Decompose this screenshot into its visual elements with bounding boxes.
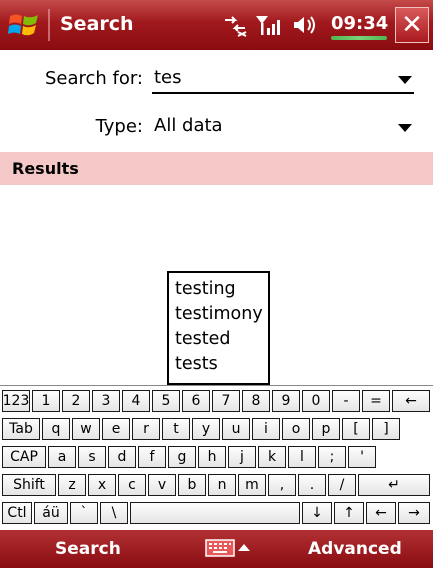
key-x[interactable]: x <box>88 474 116 496</box>
keyboard-icon[interactable] <box>205 538 235 558</box>
chevron-down-icon[interactable] <box>398 76 412 84</box>
search-input[interactable]: tes <box>152 64 414 94</box>
keyboard-row-asdf: CAP a s d f g h j k l ; ' <box>0 443 433 471</box>
key-a[interactable]: a <box>48 446 76 468</box>
key-u[interactable]: u <box>222 418 250 440</box>
key-k[interactable]: k <box>258 446 286 468</box>
windows-start-icon[interactable] <box>8 10 40 40</box>
suggestion-item[interactable]: tests <box>175 352 268 377</box>
key-apostrophe[interactable]: ' <box>348 446 376 468</box>
key-o[interactable]: o <box>282 418 310 440</box>
key-6[interactable]: 6 <box>182 390 210 412</box>
keyboard-row-qwerty: Tab q w e r t y u i o p [ ] <box>0 415 433 443</box>
key-comma[interactable]: , <box>268 474 296 496</box>
key-n[interactable]: n <box>208 474 236 496</box>
battery-indicator <box>331 36 387 40</box>
key-ctrl[interactable]: Ctl <box>2 502 32 524</box>
key-h[interactable]: h <box>198 446 226 468</box>
key-period[interactable]: . <box>298 474 326 496</box>
search-input-value: tes <box>154 67 182 88</box>
key-8[interactable]: 8 <box>242 390 270 412</box>
search-for-row: Search for: tes <box>0 54 433 102</box>
key-minus[interactable]: - <box>332 390 360 412</box>
connectivity-icon[interactable] <box>222 12 248 38</box>
keyboard-row-numbers: 123 1 2 3 4 5 6 7 8 9 0 - = ← <box>0 387 433 415</box>
autocomplete-list: testing testimony tested tests <box>167 271 270 385</box>
title-bar: Search 09:34 ✕ <box>0 0 433 50</box>
key-d[interactable]: d <box>108 446 136 468</box>
key-q[interactable]: q <box>42 418 70 440</box>
key-i[interactable]: i <box>252 418 280 440</box>
enter-key[interactable]: ↵ <box>358 474 430 496</box>
volume-icon[interactable] <box>291 12 317 38</box>
key-p[interactable]: p <box>312 418 340 440</box>
results-header-label: Results <box>12 159 79 178</box>
key-shift[interactable]: Shift <box>2 474 56 496</box>
key-g[interactable]: g <box>168 446 196 468</box>
key-1[interactable]: 1 <box>32 390 60 412</box>
search-for-label: Search for: <box>44 68 143 89</box>
suggestion-item[interactable]: tested <box>175 327 268 352</box>
type-dropdown[interactable]: All data <box>152 112 414 142</box>
key-equals[interactable]: = <box>362 390 390 412</box>
key-right-bracket[interactable]: ] <box>372 418 400 440</box>
key-m[interactable]: m <box>238 474 266 496</box>
arrow-up-key[interactable]: ↑ <box>334 502 364 524</box>
key-r[interactable]: r <box>132 418 160 440</box>
backspace-key[interactable]: ← <box>392 390 430 412</box>
title-separator <box>48 9 50 41</box>
key-z[interactable]: z <box>58 474 86 496</box>
key-v[interactable]: v <box>148 474 176 496</box>
signal-strength-icon[interactable] <box>254 12 280 38</box>
key-y[interactable]: y <box>192 418 220 440</box>
key-e[interactable]: e <box>102 418 130 440</box>
key-accents[interactable]: áü <box>34 502 68 524</box>
key-backtick[interactable]: ` <box>70 502 98 524</box>
key-0[interactable]: 0 <box>302 390 330 412</box>
key-s[interactable]: s <box>78 446 106 468</box>
key-t[interactable]: t <box>162 418 190 440</box>
key-123[interactable]: 123 <box>2 390 30 412</box>
key-f[interactable]: f <box>138 446 166 468</box>
key-9[interactable]: 9 <box>272 390 300 412</box>
window-title: Search <box>60 13 134 35</box>
key-5[interactable]: 5 <box>152 390 180 412</box>
suggestion-item[interactable]: testimony <box>175 302 268 327</box>
type-label: Type: <box>95 116 143 137</box>
key-4[interactable]: 4 <box>122 390 150 412</box>
key-slash[interactable]: / <box>328 474 356 496</box>
key-j[interactable]: j <box>228 446 256 468</box>
suggestion-item[interactable]: testing <box>175 277 268 302</box>
keyboard-row-bottom: Ctl áü ` \ ↓ ↑ ← → <box>0 499 433 527</box>
search-softkey[interactable]: Search <box>55 539 121 559</box>
key-3[interactable]: 3 <box>92 390 120 412</box>
close-button[interactable]: ✕ <box>395 7 429 43</box>
key-c[interactable]: c <box>118 474 146 496</box>
type-row: Type: All data <box>0 102 433 150</box>
softkey-bar: Search Advanced <box>0 530 433 568</box>
key-caps[interactable]: CAP <box>2 446 46 468</box>
key-2[interactable]: 2 <box>62 390 90 412</box>
spacebar[interactable] <box>130 502 300 524</box>
clock[interactable]: 09:34 <box>331 13 388 34</box>
soft-keyboard: 123 1 2 3 4 5 6 7 8 9 0 - = ← Tab q w e … <box>0 385 433 531</box>
arrow-left-key[interactable]: ← <box>366 502 396 524</box>
arrow-right-key[interactable]: → <box>398 502 430 524</box>
key-b[interactable]: b <box>178 474 206 496</box>
key-semicolon[interactable]: ; <box>318 446 346 468</box>
key-w[interactable]: w <box>72 418 100 440</box>
search-input-underline <box>152 92 414 94</box>
type-dropdown-value: All data <box>154 115 223 136</box>
key-l[interactable]: l <box>288 446 316 468</box>
arrow-down-key[interactable]: ↓ <box>302 502 332 524</box>
key-backslash[interactable]: \ <box>100 502 128 524</box>
chevron-down-icon[interactable] <box>398 124 412 132</box>
key-7[interactable]: 7 <box>212 390 240 412</box>
results-header: Results <box>0 152 433 185</box>
chevron-up-icon[interactable] <box>238 544 250 551</box>
advanced-softkey[interactable]: Advanced <box>308 539 402 559</box>
key-left-bracket[interactable]: [ <box>342 418 370 440</box>
key-tab[interactable]: Tab <box>2 418 40 440</box>
keyboard-row-zxcv: Shift z x c v b n m , . / ↵ <box>0 471 433 499</box>
